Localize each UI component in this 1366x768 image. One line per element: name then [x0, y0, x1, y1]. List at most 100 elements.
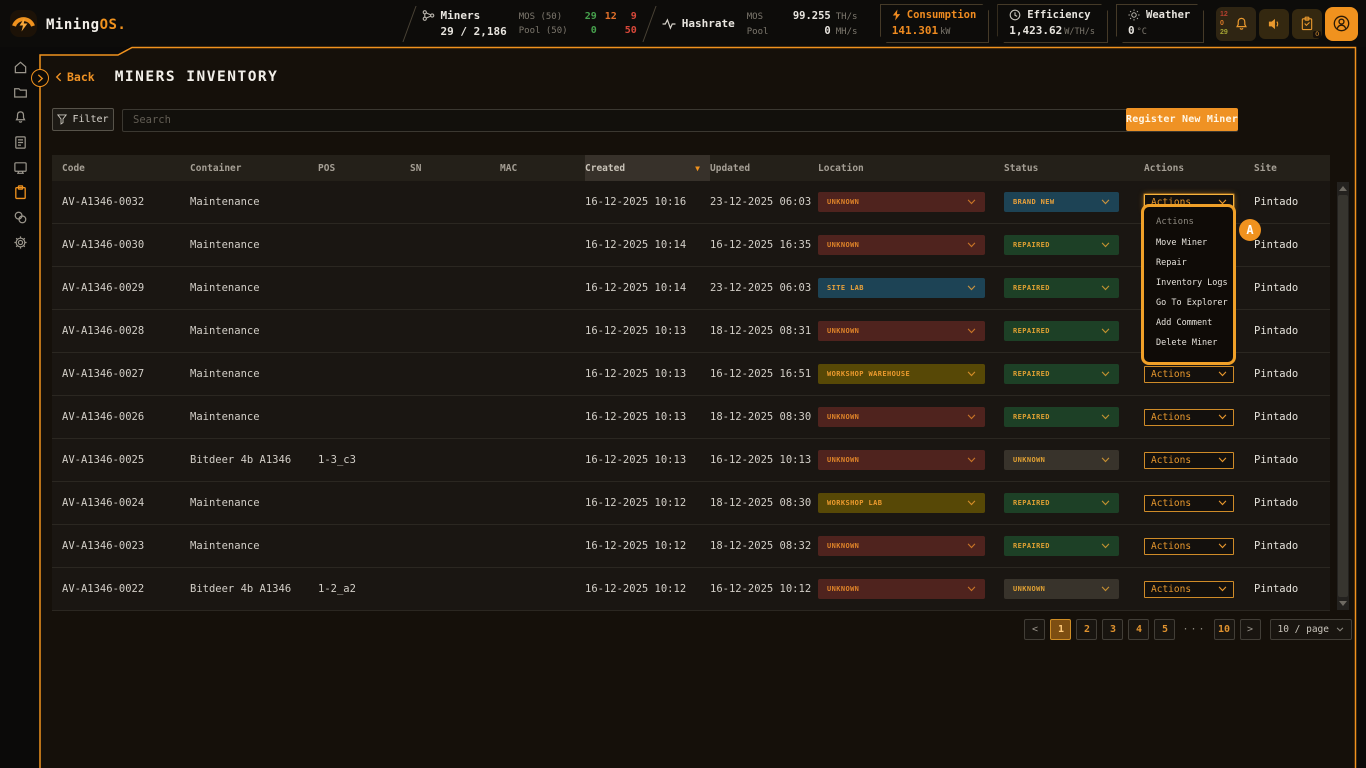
cell-site: Pintado	[1254, 282, 1330, 294]
status-select[interactable]: REPAIRED	[1004, 235, 1119, 255]
pagination-page-4[interactable]: 4	[1128, 619, 1149, 640]
hashrate-icon	[662, 18, 676, 30]
clipboard-icon	[1300, 16, 1314, 31]
sidebar-item-settings[interactable]	[9, 235, 31, 250]
expand-sidebar-button[interactable]	[31, 69, 49, 87]
status-select[interactable]: REPAIRED	[1004, 321, 1119, 341]
status-select[interactable]: REPAIRED	[1004, 364, 1119, 384]
location-select[interactable]: UNKNOWN	[818, 407, 985, 427]
consumption-stat: Consumption 141.301kW	[880, 4, 990, 43]
sidebar-item-home[interactable]	[9, 60, 31, 75]
notifications-button[interactable]: 12 0 29	[1216, 7, 1256, 41]
pagination-page-3[interactable]: 3	[1102, 619, 1123, 640]
cell-site: Pintado	[1254, 497, 1330, 509]
back-label: Back	[67, 70, 95, 84]
pagination-page-5[interactable]: 5	[1154, 619, 1175, 640]
table-header-row: CodeContainerPOSSNMACCreated▼UpdatedLoca…	[52, 155, 1330, 181]
pagination-prev-button[interactable]: <	[1024, 619, 1045, 640]
miners-mos-label: MOS (50)	[519, 12, 577, 22]
chevron-down-icon	[967, 414, 976, 420]
location-select[interactable]: SITE LAB	[818, 278, 985, 298]
location-select[interactable]: WORKSHOP WAREHOUSE	[818, 364, 985, 384]
table-row: AV-A1346-0026 Maintenance 16-12-2025 10:…	[52, 396, 1330, 439]
actions-select[interactable]: Actions	[1144, 452, 1234, 469]
sound-button[interactable]	[1259, 9, 1289, 39]
status-select[interactable]: UNKNOWN	[1004, 579, 1119, 599]
cell-code: AV-A1346-0029	[62, 282, 190, 294]
scroll-up-arrow-icon[interactable]	[1339, 186, 1347, 191]
chevron-down-icon	[1101, 414, 1110, 420]
page-title: MINERS INVENTORY	[115, 69, 279, 85]
menu-item-inventory-logs[interactable]: Inventory Logs	[1144, 273, 1233, 293]
status-label: REPAIRED	[1013, 241, 1050, 249]
page-size-select[interactable]: 10 / page	[1270, 619, 1352, 640]
tasks-button[interactable]: 0	[1292, 9, 1322, 39]
location-select[interactable]: UNKNOWN	[818, 450, 985, 470]
status-select[interactable]: REPAIRED	[1004, 407, 1119, 427]
location-select[interactable]: UNKNOWN	[818, 235, 985, 255]
table-row: AV-A1346-0029 Maintenance 16-12-2025 10:…	[52, 267, 1330, 310]
actions-select-label: Actions	[1151, 541, 1191, 552]
cell-site: Pintado	[1254, 540, 1330, 552]
cell-container: Maintenance	[190, 282, 318, 294]
location-select[interactable]: UNKNOWN	[818, 321, 985, 341]
pagination: < 12345 ··· 10 > 10 / page	[1024, 618, 1352, 640]
scroll-down-arrow-icon[interactable]	[1339, 601, 1347, 606]
status-select[interactable]: REPAIRED	[1004, 536, 1119, 556]
location-select[interactable]: UNKNOWN	[818, 536, 985, 556]
register-new-miner-button[interactable]: Register New Miner	[1126, 108, 1238, 131]
status-select[interactable]: UNKNOWN	[1004, 450, 1119, 470]
sidebar-item-containers[interactable]	[9, 85, 31, 100]
column-header-code: Code	[62, 155, 190, 181]
pagination-next-button[interactable]: >	[1240, 619, 1261, 640]
actions-select[interactable]: Actions	[1144, 409, 1234, 426]
table-row: AV-A1346-0032 Maintenance 16-12-2025 10:…	[52, 181, 1330, 224]
tasks-badge: 0	[1313, 31, 1321, 38]
table-scrollbar[interactable]	[1337, 182, 1349, 610]
filter-label: Filter	[72, 114, 108, 125]
actions-select[interactable]: Actions	[1144, 581, 1234, 598]
efficiency-unit: W/TH/s	[1064, 27, 1095, 37]
consumption-icon	[892, 9, 901, 21]
column-header-created[interactable]: Created▼	[585, 155, 710, 181]
table-row: AV-A1346-0024 Maintenance 16-12-2025 10:…	[52, 482, 1330, 525]
actions-select[interactable]: Actions	[1144, 538, 1234, 555]
scrollbar-thumb[interactable]	[1338, 195, 1348, 597]
sidebar-item-alerts[interactable]	[9, 110, 31, 125]
document-icon	[13, 135, 28, 150]
sidebar-item-monitoring[interactable]	[9, 160, 31, 175]
account-button[interactable]	[1325, 7, 1358, 41]
menu-item-delete-miner[interactable]: Delete Miner	[1144, 333, 1233, 353]
pagination-page-2[interactable]: 2	[1076, 619, 1097, 640]
location-select[interactable]: UNKNOWN	[818, 192, 985, 212]
actions-select[interactable]: Actions	[1144, 495, 1234, 512]
menu-item-move-miner[interactable]: Move Miner	[1144, 233, 1233, 253]
brand: MiningOS.	[10, 10, 126, 37]
sidebar-item-reports[interactable]	[9, 135, 31, 150]
chevron-down-icon	[967, 371, 976, 377]
search-input[interactable]	[122, 109, 1238, 132]
menu-item-add-comment[interactable]: Add Comment	[1144, 313, 1233, 333]
column-header-mac: MAC	[500, 155, 585, 181]
chevron-left-icon	[55, 72, 62, 82]
pagination-page-10[interactable]: 10	[1214, 619, 1235, 640]
chevron-down-icon	[1218, 412, 1227, 423]
hashrate-label: Hashrate	[682, 17, 735, 30]
sidebar-item-inventory[interactable]	[9, 185, 31, 200]
hashrate-pool-unit: MH/s	[836, 27, 872, 37]
top-header: MiningOS. Miners 29 / 2,186 MOS (50) 29	[0, 0, 1366, 47]
pagination-page-1[interactable]: 1	[1050, 619, 1071, 640]
location-label: UNKNOWN	[827, 413, 859, 421]
back-button[interactable]: Back	[55, 70, 95, 84]
status-select[interactable]: BRAND NEW	[1004, 192, 1119, 212]
menu-item-go-to-explorer[interactable]: Go To Explorer	[1144, 293, 1233, 313]
status-select[interactable]: REPAIRED	[1004, 493, 1119, 513]
status-select[interactable]: REPAIRED	[1004, 278, 1119, 298]
actions-select[interactable]: Actions	[1144, 366, 1234, 383]
cell-code: AV-A1346-0030	[62, 239, 190, 251]
location-select[interactable]: WORKSHOP LAB	[818, 493, 985, 513]
filter-button[interactable]: Filter	[52, 108, 114, 131]
location-select[interactable]: UNKNOWN	[818, 579, 985, 599]
menu-item-repair[interactable]: Repair	[1144, 253, 1233, 273]
sidebar-item-assets[interactable]	[9, 210, 31, 225]
